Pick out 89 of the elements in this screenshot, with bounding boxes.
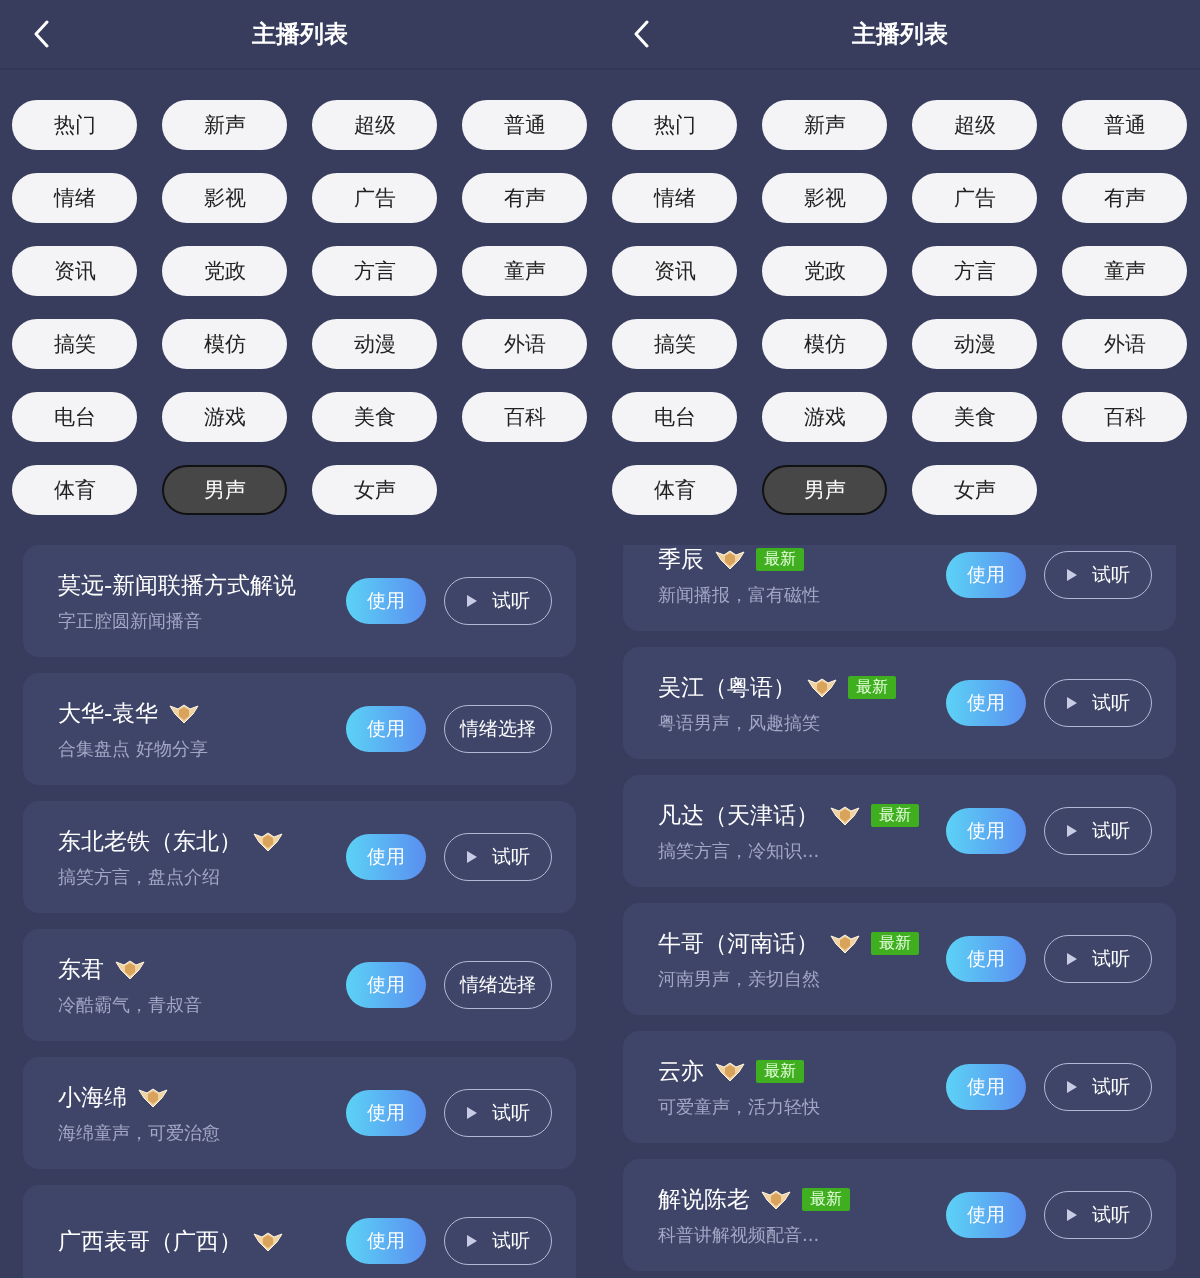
- voice-description: 河南男声，亲切自然: [658, 966, 821, 991]
- voice-name: 吴江（粤语）: [658, 672, 796, 702]
- category-tag[interactable]: 广告: [912, 173, 1037, 223]
- category-tag[interactable]: 新声: [162, 100, 287, 150]
- category-tag[interactable]: 女声: [912, 465, 1037, 515]
- category-tag[interactable]: 美食: [912, 392, 1037, 442]
- voice-description: 合集盘点 好物分享: [58, 736, 209, 761]
- category-tag[interactable]: 动漫: [312, 319, 437, 369]
- voice-name: 莫远-新闻联播方式解说: [58, 570, 297, 600]
- new-tag: 最新: [802, 1187, 850, 1211]
- play-icon: [466, 1106, 478, 1120]
- voice-description: 可爱童声，活力轻快: [658, 1094, 821, 1119]
- page-title: 主播列表: [252, 19, 348, 50]
- page-title: 主播列表: [852, 19, 948, 50]
- voice-name: 季辰: [658, 545, 704, 574]
- category-tag[interactable]: 方言: [912, 246, 1037, 296]
- voice-description: 粤语男声，风趣搞笑: [658, 710, 821, 735]
- category-tag[interactable]: 资讯: [612, 246, 737, 296]
- category-tag[interactable]: 外语: [462, 319, 587, 369]
- category-tag[interactable]: 百科: [462, 392, 587, 442]
- category-tag[interactable]: 男声: [762, 465, 887, 515]
- category-tag[interactable]: 模仿: [762, 319, 887, 369]
- new-tag: 最新: [756, 547, 804, 571]
- voice-description: 搞笑方言，冷知识...: [658, 838, 821, 863]
- category-tag[interactable]: 百科: [1062, 392, 1187, 442]
- voice-description: 冷酷霸气，青叔音: [58, 992, 203, 1017]
- new-tag: 最新: [871, 803, 919, 827]
- voice-name: 东北老铁（东北）: [58, 826, 242, 856]
- category-tag[interactable]: 普通: [462, 100, 587, 150]
- category-tag[interactable]: 有声: [462, 173, 587, 223]
- category-tag[interactable]: 普通: [1062, 100, 1187, 150]
- category-tag[interactable]: 游戏: [762, 392, 887, 442]
- category-tag[interactable]: 情绪: [12, 173, 137, 223]
- play-icon: [1066, 824, 1078, 838]
- category-tag[interactable]: 电台: [12, 392, 137, 442]
- category-tag[interactable]: 方言: [312, 246, 437, 296]
- voice-name: 解说陈老: [658, 1184, 750, 1214]
- category-tag[interactable]: 热门: [12, 100, 137, 150]
- category-tag[interactable]: 资讯: [12, 246, 137, 296]
- back-icon: [33, 20, 49, 48]
- voice-description: 科普讲解视频配音...: [658, 1222, 821, 1247]
- category-tag[interactable]: 搞笑: [12, 319, 137, 369]
- category-tag[interactable]: 广告: [312, 173, 437, 223]
- voice-name: 凡达（天津话）: [658, 800, 819, 830]
- play-icon: [1066, 1208, 1078, 1222]
- category-tag[interactable]: 美食: [312, 392, 437, 442]
- category-tag[interactable]: 超级: [912, 100, 1037, 150]
- category-tag[interactable]: 模仿: [162, 319, 287, 369]
- category-tag[interactable]: 游戏: [162, 392, 287, 442]
- play-icon: [1066, 952, 1078, 966]
- category-tag[interactable]: 体育: [12, 465, 137, 515]
- new-tag: 最新: [756, 1059, 804, 1083]
- voice-name: 大华-袁华: [58, 698, 159, 728]
- category-tag[interactable]: 童声: [1062, 246, 1187, 296]
- category-tag[interactable]: 党政: [762, 246, 887, 296]
- category-tag[interactable]: 男声: [162, 465, 287, 515]
- voice-name: 广西表哥（广西）: [58, 1226, 242, 1256]
- new-tag: 最新: [848, 675, 896, 699]
- category-tag[interactable]: 党政: [162, 246, 287, 296]
- new-tag: 最新: [871, 931, 919, 955]
- category-tag[interactable]: 女声: [312, 465, 437, 515]
- play-icon: [466, 1234, 478, 1248]
- category-tag[interactable]: 影视: [762, 173, 887, 223]
- category-tag[interactable]: 新声: [762, 100, 887, 150]
- play-icon: [1066, 1080, 1078, 1094]
- voice-description: 海绵童声，可爱治愈: [58, 1120, 221, 1145]
- category-tag[interactable]: 体育: [612, 465, 737, 515]
- voice-name: 云亦: [658, 1056, 704, 1086]
- voice-description: 字正腔圆新闻播音: [58, 608, 203, 633]
- play-icon: [466, 594, 478, 608]
- voice-description: 新闻播报，富有磁性: [658, 582, 821, 607]
- category-tag[interactable]: 有声: [1062, 173, 1187, 223]
- category-tag[interactable]: 电台: [612, 392, 737, 442]
- play-icon: [466, 850, 478, 864]
- play-icon: [1066, 568, 1078, 582]
- category-tag[interactable]: 动漫: [912, 319, 1037, 369]
- category-tag[interactable]: 情绪: [612, 173, 737, 223]
- category-tag[interactable]: 影视: [162, 173, 287, 223]
- category-tag[interactable]: 搞笑: [612, 319, 737, 369]
- back-icon: [633, 20, 649, 48]
- category-tag[interactable]: 热门: [612, 100, 737, 150]
- voice-name: 小海绵: [58, 1082, 127, 1112]
- category-tag[interactable]: 超级: [312, 100, 437, 150]
- category-tag[interactable]: 外语: [1062, 319, 1187, 369]
- play-icon: [1066, 696, 1078, 710]
- category-tag[interactable]: 童声: [462, 246, 587, 296]
- voice-name: 牛哥（河南话）: [658, 928, 819, 958]
- voice-name: 东君: [58, 954, 104, 984]
- voice-description: 搞笑方言，盘点介绍: [58, 864, 221, 889]
